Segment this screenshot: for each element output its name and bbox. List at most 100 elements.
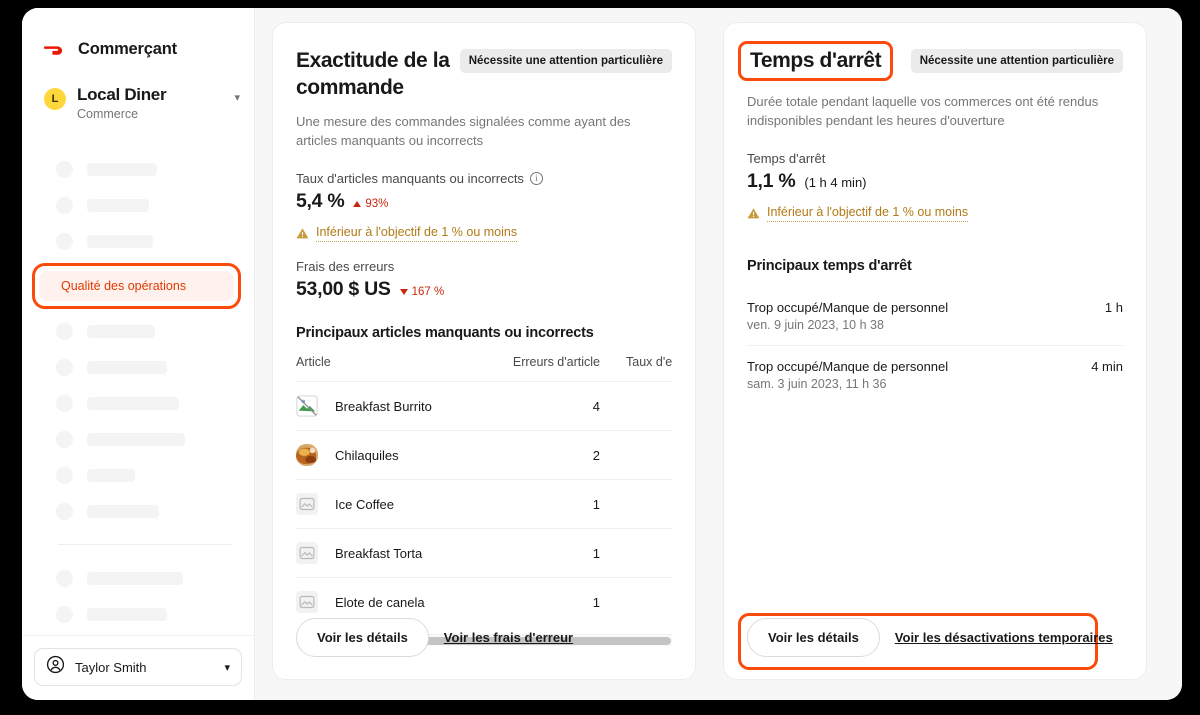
placeholder-icon [56, 605, 73, 623]
sidebar-item-placeholder[interactable] [22, 385, 254, 421]
metric-delta-text: 167 % [411, 286, 445, 298]
cell-error-rate [626, 479, 672, 529]
view-details-button[interactable]: Voir les détails [296, 618, 429, 657]
placeholder-label [87, 360, 167, 374]
sidebar-item-placeholder[interactable] [22, 493, 254, 529]
info-circle-icon[interactable]: i [529, 172, 543, 185]
view-details-button[interactable]: Voir les détails [747, 618, 880, 657]
table-row[interactable]: Chilaquiles 2 [296, 430, 672, 480]
downtime-reason: Trop occupé/Manque de personnel [747, 359, 949, 374]
placeholder-icon [56, 466, 73, 484]
items-table: Article Erreurs d'article Taux d'erreurs… [296, 355, 672, 626]
cell-error-rate [626, 381, 672, 431]
item-name: Chilaquiles [335, 447, 399, 463]
warning-triangle-icon [747, 207, 760, 220]
metric-delta: 93% [353, 198, 388, 210]
placeholder-label [87, 468, 135, 482]
cell-item: Ice Coffee [296, 479, 496, 529]
placeholder-icon [56, 394, 73, 412]
item-name: Elote de canela [335, 594, 425, 610]
brand-row[interactable]: Commerçant [22, 8, 254, 59]
metric-label: Frais des erreurs [296, 259, 672, 274]
item-name: Breakfast Burrito [335, 398, 432, 414]
item-cell-wrap: Elote de canela [296, 591, 496, 613]
goal-warning-downtime[interactable]: Inférieur à l'objectif de 1 % ou moins [747, 205, 1123, 222]
view-error-charges-link[interactable]: Voir les frais d'erreur [440, 619, 577, 656]
sidebar-item-placeholder[interactable] [22, 187, 254, 223]
downtime-footer: Voir les détails Voir les désactivations… [724, 618, 1146, 679]
column-header-error-rate[interactable]: Taux d'erreurs d'articles (e [626, 355, 672, 382]
store-subtitle: Commerce [77, 107, 139, 121]
cell-item: Chilaquiles [296, 430, 496, 480]
list-item-top: Trop occupé/Manque de personnel 1 h [747, 300, 1123, 315]
highlight-box-downtime-title: Temps d'arrêt [738, 41, 894, 81]
sidebar-item-placeholder[interactable] [22, 560, 254, 596]
list-item-top: Trop occupé/Manque de personnel 4 min [747, 359, 1123, 374]
store-switcher[interactable]: L Local Diner Commerce ▾ [22, 59, 254, 121]
order-accuracy-header: Exactitude de la commande Nécessite une … [296, 47, 672, 101]
column-header-errors[interactable]: Erreurs d'article [496, 355, 626, 382]
items-table-head: Article Erreurs d'article Taux d'erreurs… [296, 355, 672, 382]
downtime-body: Temps d'arrêt Nécessite une attention pa… [724, 23, 1146, 404]
image-placeholder-icon [296, 493, 318, 515]
downtime-duration: 1 h [1104, 300, 1123, 315]
downtime-header: Temps d'arrêt Nécessite une attention pa… [738, 41, 1123, 81]
placeholder-label [87, 504, 159, 518]
items-table-body: Breakfast Burrito 4 Chilaquiles 2 Ice Co… [296, 381, 672, 626]
sidebar-item-operations-quality[interactable]: Qualité des opérations [39, 271, 234, 301]
cell-errors: 1 [496, 528, 626, 578]
metric-row: 1,1 % (1 h 4 min) [747, 170, 1123, 193]
placeholder-icon [56, 430, 73, 448]
sidebar-item-label: Qualité des opérations [61, 279, 187, 293]
order-accuracy-body: Exactitude de la commande Nécessite une … [273, 23, 695, 646]
store-text: Local Diner Commerce [77, 85, 223, 121]
item-cell-wrap: Chilaquiles [296, 444, 496, 466]
table-header-row: Article Erreurs d'article Taux d'erreurs… [296, 355, 672, 382]
table-row[interactable]: Breakfast Burrito 4 [296, 381, 672, 431]
item-cell-wrap: Breakfast Torta [296, 542, 496, 564]
placeholder-icon [56, 502, 73, 520]
sidebar-item-placeholder[interactable] [22, 313, 254, 349]
placeholder-label [87, 234, 153, 248]
user-menu-button[interactable]: Taylor Smith ▾ [34, 648, 242, 686]
missing-items-metric: Taux d'articles manquants ou incorrects … [296, 171, 672, 213]
metric-label-text: Taux d'articles manquants ou incorrects [296, 171, 524, 186]
cell-error-rate [626, 528, 672, 578]
app-window: Commerçant L Local Diner Commerce ▾ Qual… [22, 8, 1182, 700]
status-badge: Nécessite une attention particulière [459, 49, 672, 73]
metric-row: 53,00 $ US 167 % [296, 278, 672, 301]
triangle-up-icon [353, 201, 362, 207]
downtime-duration: 4 min [1091, 359, 1123, 374]
cell-item: Breakfast Burrito [296, 381, 496, 431]
item-name: Ice Coffee [335, 496, 395, 512]
order-accuracy-description: Une mesure des commandes signalées comme… [296, 114, 631, 148]
sidebar-item-placeholder[interactable] [22, 223, 254, 259]
image-placeholder-icon [296, 591, 318, 613]
table-row[interactable]: Ice Coffee 1 [296, 479, 672, 529]
metric-value: 53,00 $ US [296, 278, 391, 300]
placeholder-icon [56, 160, 73, 178]
table-row[interactable]: Breakfast Torta 1 [296, 528, 672, 578]
metric-label-text: Frais des erreurs [296, 259, 395, 274]
goal-warning-accuracy[interactable]: Inférieur à l'objectif de 1 % ou moins [296, 225, 672, 242]
sidebar-item-placeholder[interactable] [22, 457, 254, 493]
item-cell-wrap: Breakfast Burrito [296, 395, 496, 417]
sidebar-item-placeholder[interactable] [22, 349, 254, 385]
placeholder-label [87, 432, 185, 446]
view-temporary-deactivations-link[interactable]: Voir les désactivations temporaires [891, 619, 1117, 656]
sidebar-footer: Taylor Smith ▾ [22, 635, 254, 700]
metric-row: 5,4 % 93% [296, 190, 672, 213]
image-placeholder-icon [296, 542, 318, 564]
sidebar-item-placeholder[interactable] [22, 151, 254, 187]
list-item[interactable]: Trop occupé/Manque de personnel 1 h ven.… [747, 287, 1123, 346]
chevron-down-icon[interactable]: ▾ [234, 91, 240, 104]
sidebar-item-placeholder[interactable] [22, 596, 254, 632]
metric-delta-text: 93% [365, 198, 389, 210]
column-header-item[interactable]: Article [296, 355, 496, 382]
chevron-down-icon[interactable]: ▾ [224, 661, 230, 674]
sidebar-item-placeholder[interactable] [22, 421, 254, 457]
main-content: Exactitude de la commande Nécessite une … [255, 8, 1182, 700]
items-table-viewport: Article Erreurs d'article Taux d'erreurs… [296, 355, 672, 626]
list-item[interactable]: Trop occupé/Manque de personnel 4 min sa… [747, 346, 1123, 404]
warning-triangle-icon [296, 227, 309, 240]
